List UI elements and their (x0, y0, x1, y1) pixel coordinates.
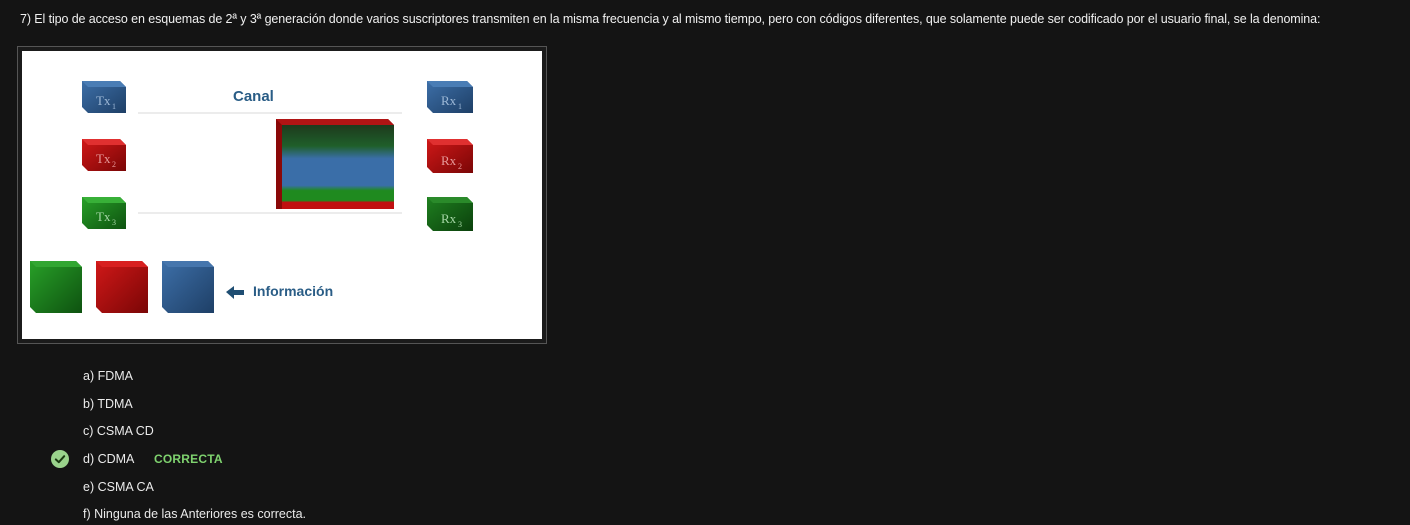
rx3-cube: Rx 3 (427, 197, 473, 231)
question-text: 7) El tipo de acceso en esquemas de 2ª y… (20, 12, 1321, 26)
rx2-sub: 2 (458, 162, 462, 171)
info-red-cube (96, 261, 148, 313)
informacion-label: Información (253, 283, 333, 299)
tx2-sub: 2 (112, 160, 116, 169)
tx3-label: Tx (96, 209, 111, 224)
tx1-sub: 1 (112, 102, 116, 111)
rx1-cube: Rx 1 (427, 81, 473, 113)
cdma-diagram: Tx 1 Tx 2 Tx 3 Rx 1 Rx 2 Rx 3 Canal Info… (22, 51, 542, 339)
tx1-label: Tx (96, 93, 111, 108)
arrow-left-icon (226, 286, 244, 299)
rx1-label: Rx (441, 93, 457, 108)
info-blue-cube (162, 261, 214, 313)
option-e[interactable]: e) CSMA CA (83, 480, 154, 494)
rx2-label: Rx (441, 153, 457, 168)
channel-block (276, 119, 394, 209)
rx2-cube: Rx 2 (427, 139, 473, 173)
option-c[interactable]: c) CSMA CD (83, 424, 154, 438)
rx1-sub: 1 (458, 102, 462, 111)
canal-label: Canal (233, 88, 274, 105)
option-f[interactable]: f) Ninguna de las Anteriores es correcta… (83, 507, 306, 521)
option-d[interactable]: d) CDMA (83, 452, 134, 466)
tx3-sub: 3 (112, 218, 116, 227)
rx3-sub: 3 (458, 220, 462, 229)
option-a[interactable]: a) FDMA (83, 369, 133, 383)
tx2-cube: Tx 2 (82, 139, 126, 171)
tx2-label: Tx (96, 151, 111, 166)
check-circle-icon (51, 450, 69, 468)
tx1-cube: Tx 1 (82, 81, 126, 113)
option-b[interactable]: b) TDMA (83, 397, 133, 411)
tx3-cube: Tx 3 (82, 197, 126, 229)
info-green-cube (30, 261, 82, 313)
figure-frame: Tx 1 Tx 2 Tx 3 Rx 1 Rx 2 Rx 3 Canal Info… (17, 46, 547, 344)
rx3-label: Rx (441, 211, 457, 226)
correct-badge: CORRECTA (154, 452, 223, 466)
